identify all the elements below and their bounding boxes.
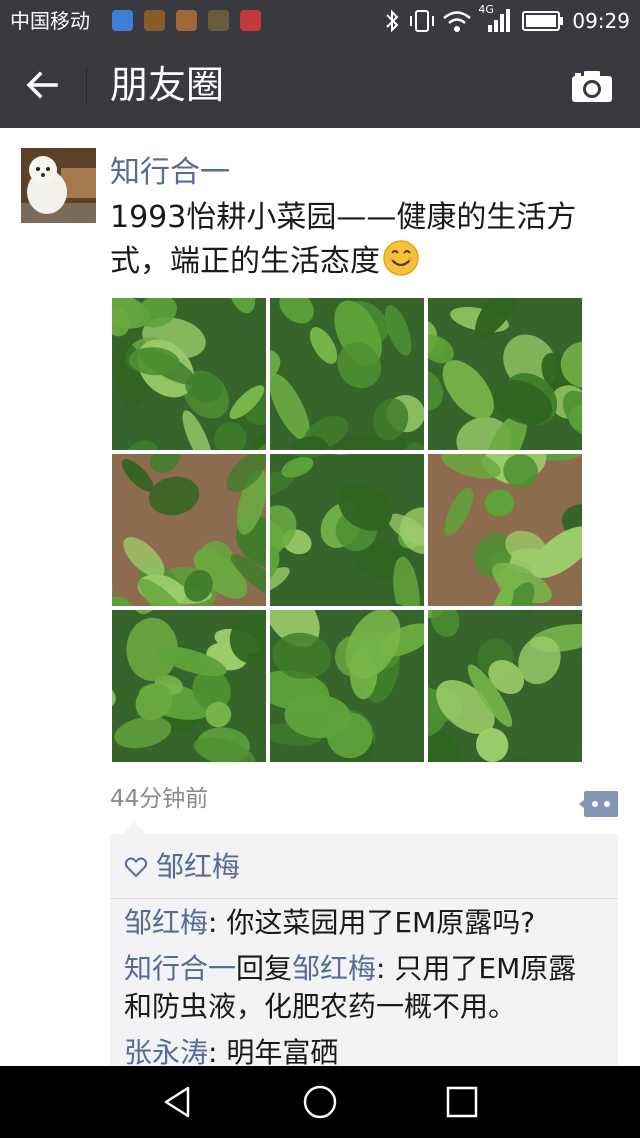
comment[interactable]: 知行合一回复邹红梅: 只用了EM原露和防虫液，化肥农药一概不用。	[124, 950, 604, 1026]
lettuce-photo-8[interactable]	[270, 610, 424, 762]
comment-separator: :	[208, 1036, 227, 1069]
clock: 09:29	[572, 9, 630, 33]
post-time: 44分钟前	[110, 786, 209, 812]
page-title: 朋友圈	[110, 63, 225, 107]
comment-separator: :	[376, 952, 395, 985]
comment-author[interactable]: 知行合一	[124, 952, 236, 985]
lettuce-photo-2[interactable]	[270, 298, 424, 450]
comment-text: 你这菜园用了EM原露吗?	[226, 906, 536, 939]
comment-text: 明年富硒	[226, 1036, 339, 1069]
cell-signal-icon: 4G	[478, 4, 511, 34]
header-divider	[86, 67, 87, 103]
system-nav-bar	[0, 1066, 640, 1138]
comment-separator: :	[208, 906, 227, 939]
heart-icon	[124, 857, 148, 878]
comment-options-icon[interactable]	[578, 789, 620, 819]
likes-divider	[110, 898, 618, 899]
comments-pointer	[122, 822, 146, 834]
lettuce-photo-1[interactable]	[112, 298, 266, 450]
smiling-face-emoji	[383, 240, 419, 276]
comments-panel: 邹红梅 邹红梅: 你这菜园用了EM原露吗? 知行合一回复邹红梅: 只用了EM原露…	[110, 834, 618, 1074]
vibrate-icon	[410, 10, 435, 32]
reply-word: 回复	[236, 952, 293, 985]
back-triangle-icon[interactable]	[160, 1084, 196, 1120]
like-name[interactable]: 邹红梅	[156, 849, 240, 885]
home-circle-icon[interactable]	[302, 1084, 338, 1120]
photo-grid	[112, 298, 582, 762]
comment-author[interactable]: 张永涛	[124, 1036, 208, 1069]
status-indicators: 4G 09:29	[382, 4, 630, 35]
lettuce-photo-7[interactable]	[112, 610, 266, 762]
likes-row: 邹红梅	[124, 848, 240, 886]
bluetooth-icon	[386, 9, 399, 33]
app-header: 朋友圈	[0, 42, 640, 128]
recents-square-icon[interactable]	[444, 1084, 480, 1120]
browser-app-icon	[112, 10, 133, 31]
lettuce-photo-9[interactable]	[428, 610, 582, 762]
post-text: 1993怡耕小菜园——健康的生活方式，端正的生活态度	[110, 197, 610, 283]
reply-to-name[interactable]: 邹红梅	[292, 952, 376, 985]
comment[interactable]: 邹红梅: 你这菜园用了EM原露吗?	[124, 904, 604, 942]
lettuce-photo-6[interactable]	[428, 454, 582, 606]
app-icon	[176, 10, 197, 31]
camera-icon[interactable]	[570, 68, 614, 104]
comment-author[interactable]: 邹红梅	[124, 906, 208, 939]
carrier-name: 中国移动	[10, 9, 90, 33]
lettuce-photo-4[interactable]	[112, 454, 266, 606]
app-icon	[144, 10, 165, 31]
lettuce-photo-3[interactable]	[428, 298, 582, 450]
battery-icon	[522, 11, 564, 31]
arrow-left-icon[interactable]	[22, 65, 62, 105]
lettuce-photo-5[interactable]	[270, 454, 424, 606]
status-bar: 中国移动 4G 09:29	[0, 0, 640, 42]
wifi-icon	[443, 11, 472, 32]
post-author-name[interactable]: 知行合一	[110, 154, 230, 192]
app-icon	[240, 10, 261, 31]
author-avatar[interactable]	[21, 148, 96, 223]
app-icon	[208, 10, 229, 31]
post-text-content: 1993怡耕小菜园——健康的生活方式，端正的生活态度	[110, 200, 577, 279]
